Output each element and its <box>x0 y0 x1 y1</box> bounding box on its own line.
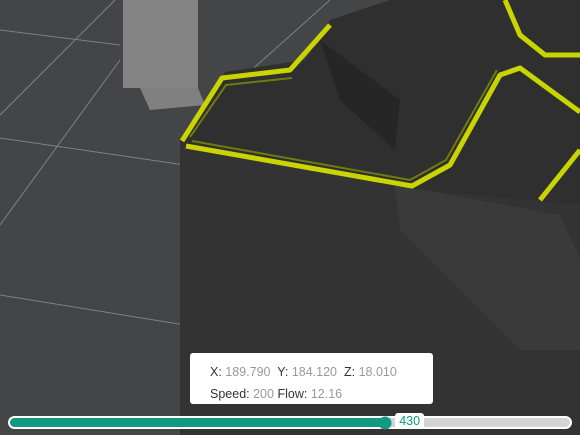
move-slider[interactable]: 430 <box>8 413 572 429</box>
flow-value: 12.16 <box>310 387 343 401</box>
slider-value: 430 <box>395 413 425 429</box>
coordinates-row: X: 189.790 Y: 184.120 Z: 18.010 <box>210 361 433 383</box>
y-value: 184.120 <box>291 365 338 379</box>
slider-thumb[interactable] <box>378 416 392 429</box>
x-value: 189.790 <box>225 365 271 379</box>
position-tooltip: X: 189.790 Y: 184.120 Z: 18.010 Speed: 2… <box>190 353 433 404</box>
speed-flow-row: Speed: 200 Flow: 12.16 <box>210 383 433 405</box>
speed-label: Speed: <box>210 387 250 401</box>
slider-fill <box>10 418 386 427</box>
x-label: X: <box>210 365 222 379</box>
z-value: 18.010 <box>358 365 397 379</box>
z-label: Z: <box>343 365 356 379</box>
flow-label: Flow: <box>277 387 308 401</box>
y-label: Y: <box>277 365 289 379</box>
nozzle <box>123 0 205 110</box>
speed-value: 200 <box>253 387 274 401</box>
